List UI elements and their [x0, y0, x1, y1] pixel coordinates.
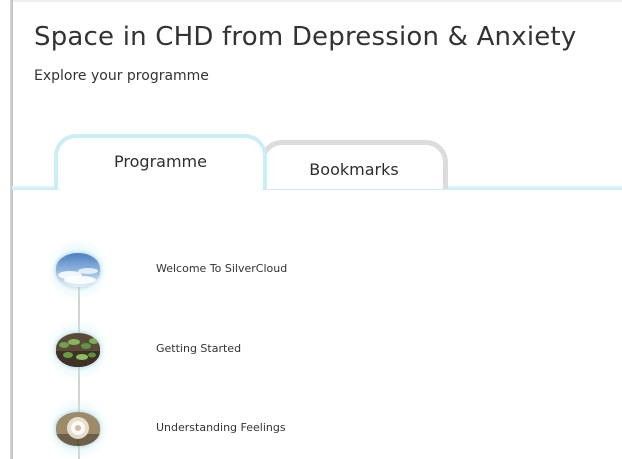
page-subtitle: Explore your programme — [34, 68, 209, 84]
module-label: Understanding Feelings — [156, 421, 286, 434]
page-title: Space in CHD from Depression & Anxiety — [34, 22, 577, 52]
tab-bookmarks[interactable]: Bookmarks — [260, 140, 448, 189]
module-item-getting-started[interactable]: Getting Started — [46, 320, 466, 380]
active-tab-indicator — [60, 186, 261, 190]
module-label: Getting Started — [156, 342, 242, 355]
module-thumbnail-seedlings — [56, 333, 100, 367]
tab-programme-label: Programme — [114, 152, 207, 171]
module-label: Welcome To SilverCloud — [156, 262, 288, 275]
module-item-welcome[interactable]: Welcome To SilverCloud — [46, 240, 466, 300]
module-thumbnail-dandelion — [56, 412, 100, 446]
tab-programme[interactable]: Programme — [54, 134, 267, 189]
module-thumbnail-sky — [56, 253, 100, 287]
window-left-border — [10, 0, 13, 459]
sky-clouds-image — [56, 253, 100, 287]
window-top-border — [10, 0, 622, 2]
dandelion-image — [56, 412, 100, 446]
seedlings-image — [56, 333, 100, 367]
module-item-understanding-feelings[interactable]: Understanding Feelings — [46, 399, 466, 459]
tab-bookmarks-label: Bookmarks — [309, 159, 399, 179]
